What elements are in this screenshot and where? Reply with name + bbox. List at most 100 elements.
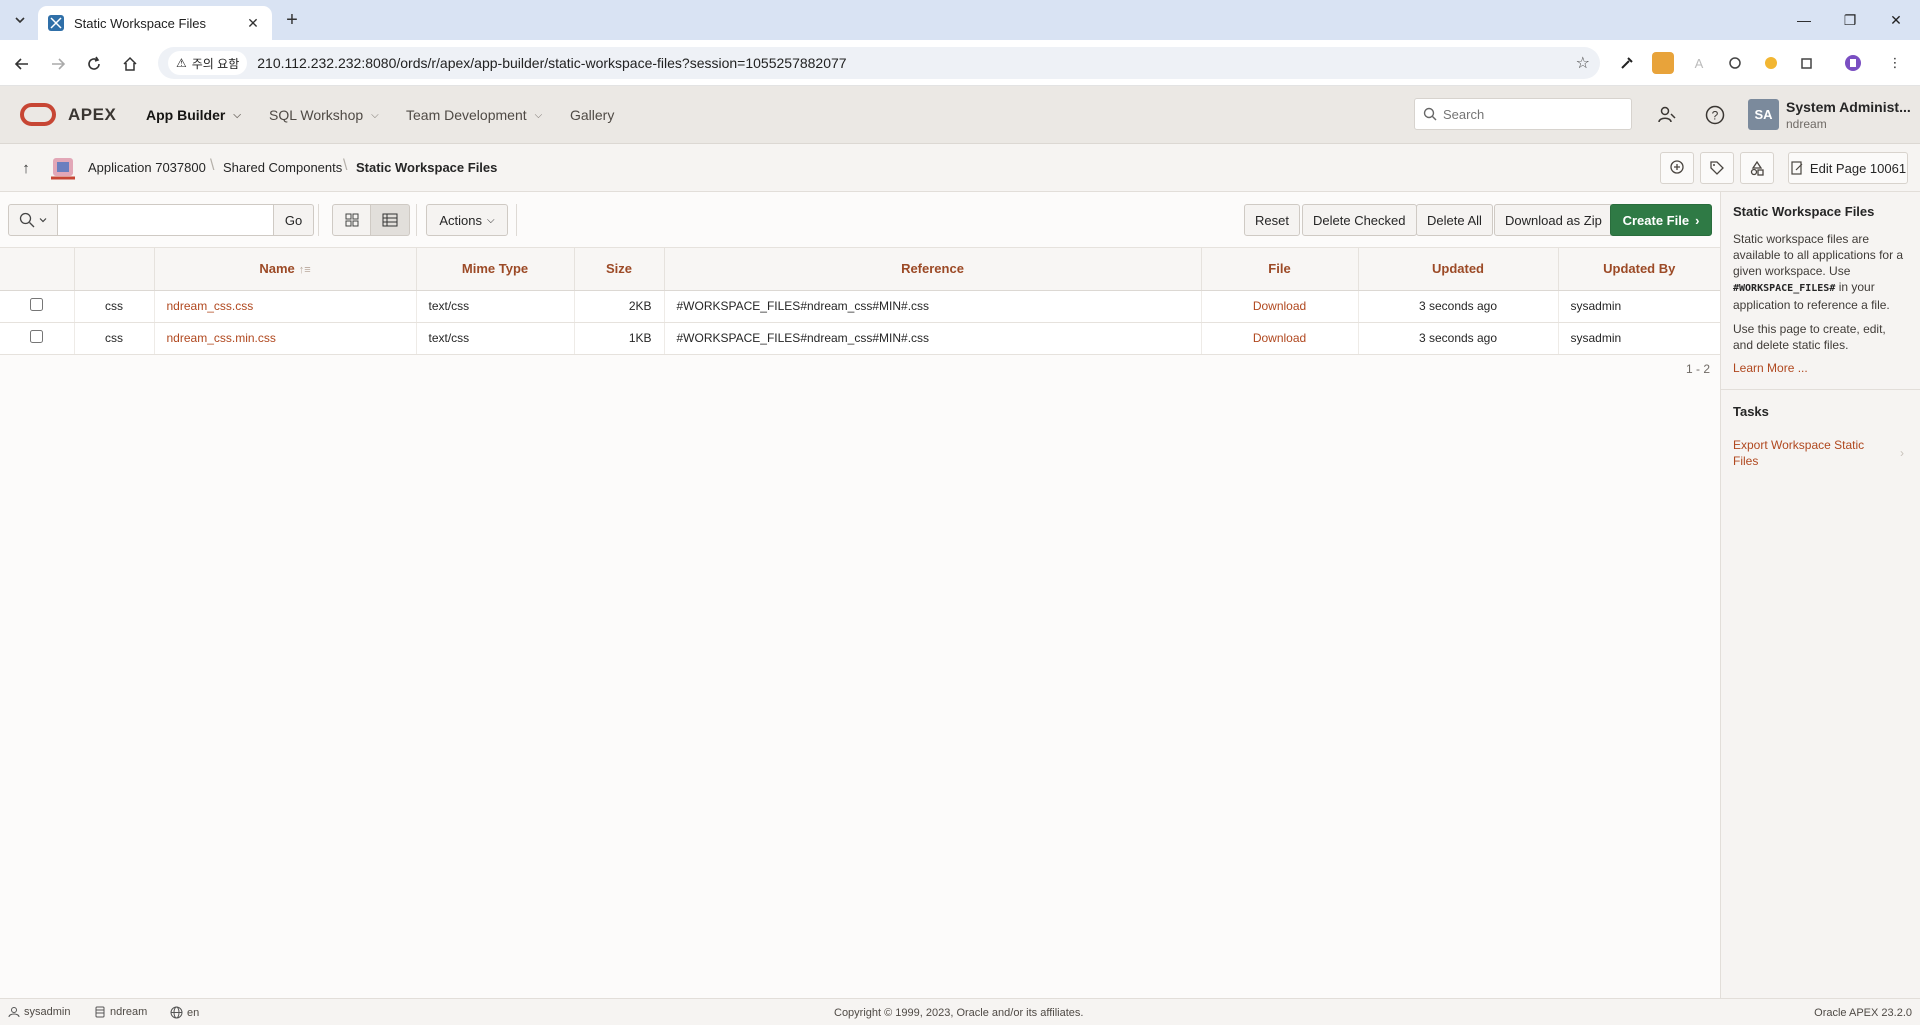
- column-header-name[interactable]: Name ↑≡: [154, 248, 417, 291]
- close-window-icon[interactable]: ✕: [1876, 6, 1916, 34]
- nav-team-development[interactable]: Team Development ⌵: [406, 107, 542, 123]
- minimize-icon[interactable]: —: [1784, 6, 1824, 34]
- user-name[interactable]: System Administ...: [1786, 99, 1911, 115]
- comment-add-icon[interactable]: [1660, 152, 1694, 184]
- name-cell: ndream_css.css: [154, 290, 417, 323]
- search-icon: [19, 212, 34, 228]
- icon-view-button[interactable]: [332, 204, 371, 236]
- column-header-size[interactable]: Size: [574, 248, 665, 291]
- sidebar-usage: Use this page to create, edit, and delet…: [1733, 322, 1886, 352]
- css-file-icon: css: [74, 322, 155, 355]
- select-column-header: [0, 248, 75, 291]
- updated-cell: 3 seconds ago: [1358, 290, 1559, 323]
- nav-sql-workshop[interactable]: SQL Workshop ⌵: [269, 107, 379, 123]
- bookmark-star-icon[interactable]: ☆: [1576, 53, 1590, 73]
- go-button[interactable]: Go: [274, 204, 314, 236]
- shared-components-icon[interactable]: [1740, 152, 1774, 184]
- sun-extension-icon[interactable]: [1760, 52, 1782, 74]
- browser-tab-active[interactable]: Static Workspace Files ✕: [38, 6, 272, 40]
- browser-menu-icon[interactable]: ⋮: [1884, 52, 1906, 74]
- security-label: 주의 요함: [191, 56, 240, 71]
- breadcrumb-shared-components[interactable]: Shared Components: [223, 160, 342, 175]
- puzzle-extensions-icon[interactable]: [1796, 52, 1818, 74]
- avatar[interactable]: SA: [1748, 99, 1779, 130]
- notes-extension-icon[interactable]: [1652, 52, 1674, 74]
- footer-user[interactable]: sysadmin: [8, 1006, 70, 1018]
- nav-label: Team Development: [406, 107, 527, 123]
- apex-brand[interactable]: APEX: [68, 105, 116, 125]
- report-view-button[interactable]: [371, 204, 410, 236]
- forward-arrow-icon[interactable]: [44, 50, 72, 78]
- close-tab-icon[interactable]: ✕: [244, 14, 262, 32]
- url-text[interactable]: 210.112.232.232:8080/ords/r/apex/app-bui…: [257, 55, 1575, 71]
- chevron-down-icon: ⌵: [233, 109, 241, 121]
- column-header-updated[interactable]: Updated: [1358, 248, 1559, 291]
- oracle-logo-icon[interactable]: [20, 103, 56, 126]
- breadcrumb-application[interactable]: Application 7037800: [88, 160, 206, 175]
- eyedropper-extension-icon[interactable]: [1616, 52, 1638, 74]
- chevron-right-icon: ›: [1900, 446, 1904, 460]
- copyright-text: Copyright © 1999, 2023, Oracle and/or it…: [834, 1007, 1084, 1019]
- css-file-icon: css: [74, 290, 155, 323]
- tag-icon[interactable]: [1700, 152, 1734, 184]
- create-file-button[interactable]: Create File ›: [1610, 204, 1712, 236]
- row-checkbox[interactable]: [30, 330, 44, 343]
- sidebar-tasks: Tasks Export Workspace Static Files ›: [1721, 390, 1920, 469]
- sync-extension-icon[interactable]: [1724, 52, 1746, 74]
- icon-column-header: [74, 248, 155, 291]
- security-warning-chip[interactable]: ⚠ 주의 요함: [168, 51, 248, 75]
- profile-icon[interactable]: [1842, 52, 1864, 74]
- download-link[interactable]: Download: [1253, 299, 1306, 313]
- table-row: css ndream_css.min.css text/css 1KB #WOR…: [0, 322, 1720, 355]
- tab-search-button[interactable]: [8, 8, 32, 32]
- delete-checked-button[interactable]: Delete Checked: [1302, 204, 1417, 236]
- reset-button[interactable]: Reset: [1244, 204, 1300, 236]
- footer: sysadmin ndream en Copyright © 1999, 202…: [0, 998, 1920, 1025]
- font-extension-icon[interactable]: A: [1688, 52, 1710, 74]
- header-search[interactable]: [1414, 98, 1632, 130]
- help-sidebar: Static Workspace Files Static workspace …: [1720, 192, 1920, 998]
- file-cell: Download: [1201, 290, 1359, 323]
- report-search-input[interactable]: [58, 205, 273, 235]
- new-tab-button[interactable]: +: [280, 8, 304, 32]
- reference-cell: #WORKSPACE_FILES#ndream_css#MIN#.css: [664, 322, 1202, 355]
- nav-app-builder[interactable]: App Builder ⌵: [146, 107, 241, 123]
- download-link[interactable]: Download: [1253, 331, 1306, 345]
- learn-more-link[interactable]: Learn More ...: [1733, 361, 1908, 375]
- browser-toolbar: ⚠ 주의 요함 210.112.232.232:8080/ords/r/apex…: [0, 40, 1920, 86]
- nav-gallery[interactable]: Gallery: [570, 107, 614, 123]
- actions-menu-button[interactable]: Actions ⌵: [426, 204, 508, 236]
- administration-icon[interactable]: [1654, 102, 1680, 128]
- footer-workspace[interactable]: ndream: [94, 1006, 147, 1018]
- search-icon: [1423, 107, 1437, 121]
- home-icon[interactable]: [116, 50, 144, 78]
- address-bar[interactable]: ⚠ 주의 요함 210.112.232.232:8080/ords/r/apex…: [158, 47, 1600, 79]
- file-name-link[interactable]: ndream_css.css: [167, 299, 254, 313]
- column-header-mime-type[interactable]: Mime Type: [416, 248, 575, 291]
- file-name-link[interactable]: ndream_css.min.css: [167, 331, 276, 345]
- chevron-down-icon: ⌵: [371, 109, 379, 121]
- updated-by-cell: sysadmin: [1558, 290, 1720, 323]
- column-header-updated-by[interactable]: Updated By: [1558, 248, 1720, 291]
- restore-icon[interactable]: ❐: [1830, 6, 1870, 34]
- table-header-row: Name ↑≡ Mime Type Size Reference File Upd…: [0, 248, 1720, 291]
- column-header-file[interactable]: File: [1201, 248, 1359, 291]
- delete-all-button[interactable]: Delete All: [1416, 204, 1493, 236]
- reload-icon[interactable]: [80, 50, 108, 78]
- version-text: Oracle APEX 23.2.0: [1814, 1007, 1912, 1019]
- edit-page-button[interactable]: Edit Page 10061: [1788, 152, 1908, 184]
- footer-language[interactable]: en: [170, 1006, 199, 1019]
- nav-label: SQL Workshop: [269, 107, 364, 123]
- search-column-button[interactable]: [8, 204, 58, 236]
- file-cell: Download: [1201, 322, 1359, 355]
- help-icon[interactable]: ?: [1702, 102, 1728, 128]
- back-arrow-icon[interactable]: [8, 50, 36, 78]
- download-zip-button[interactable]: Download as Zip: [1494, 204, 1613, 236]
- task-export-workspace-static-files[interactable]: Export Workspace Static Files ›: [1733, 437, 1908, 469]
- column-header-reference[interactable]: Reference: [664, 248, 1202, 291]
- header-search-input[interactable]: [1443, 106, 1623, 122]
- divider: [516, 204, 517, 236]
- row-checkbox[interactable]: [30, 298, 44, 311]
- up-arrow-icon[interactable]: ↑: [14, 156, 38, 180]
- updated-cell: 3 seconds ago: [1358, 322, 1559, 355]
